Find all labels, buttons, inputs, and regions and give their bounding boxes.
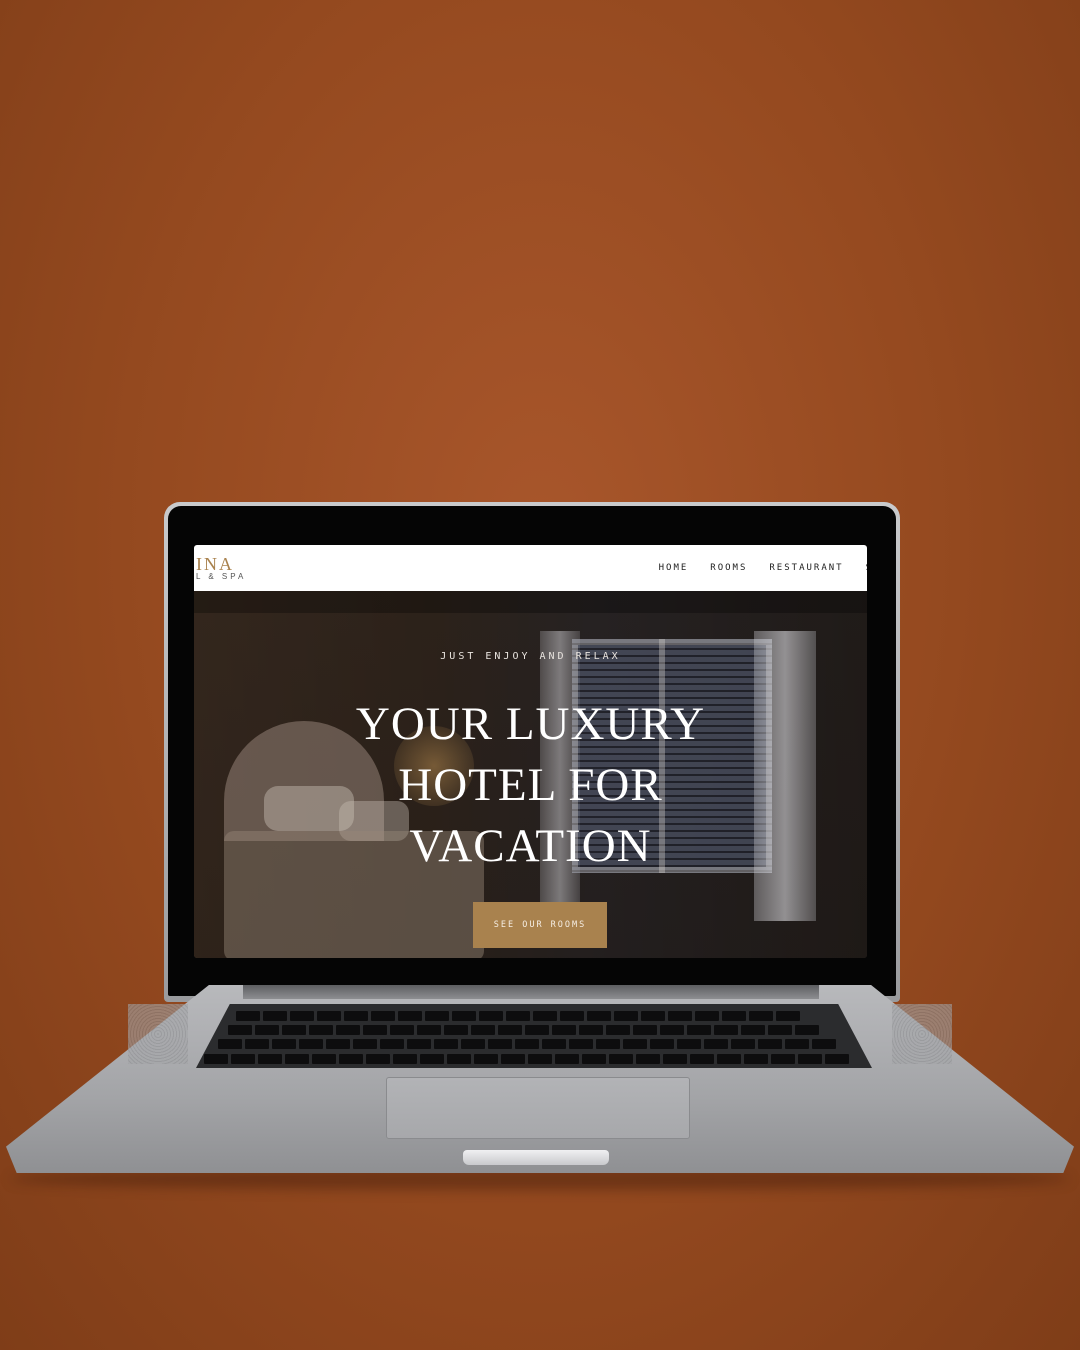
main-nav: HOME ROOMS RESTAURANT S xyxy=(659,563,867,573)
keyboard-row xyxy=(196,1051,872,1064)
nav-item-restaurant[interactable]: RESTAURANT xyxy=(769,563,843,573)
nav-item-rooms[interactable]: ROOMS xyxy=(710,563,747,573)
nav-item-home[interactable]: HOME xyxy=(659,563,689,573)
keyboard-row xyxy=(196,1008,872,1021)
laptop-hinge xyxy=(243,985,819,999)
keyboard-row xyxy=(196,1022,872,1035)
website-screen: INA L & SPA HOME ROOMS RESTAURANT S JUST… xyxy=(194,545,867,958)
hero-section: JUST ENJOY AND RELAX YOUR LUXURY HOTEL F… xyxy=(194,591,867,958)
see-our-rooms-button[interactable]: SEE OUR ROOMS xyxy=(473,902,607,948)
speaker-grille-left xyxy=(128,1004,188,1064)
lid-notch xyxy=(463,1150,609,1165)
laptop-mockup: INA L & SPA HOME ROOMS RESTAURANT S JUST… xyxy=(0,0,1080,1350)
trackpad xyxy=(386,1077,690,1139)
keyboard xyxy=(196,1004,872,1068)
hero-eyebrow: JUST ENJOY AND RELAX xyxy=(440,651,621,662)
site-header: INA L & SPA HOME ROOMS RESTAURANT S xyxy=(194,545,867,591)
speaker-grille-right xyxy=(892,1004,952,1064)
site-logo-tagline: L & SPA xyxy=(196,572,247,581)
hero-photo-ceiling xyxy=(194,591,867,613)
keyboard-row xyxy=(196,1036,872,1049)
nav-item-truncated[interactable]: S xyxy=(866,563,867,573)
hero-title: YOUR LUXURY HOTEL FOR VACATION xyxy=(355,698,706,872)
